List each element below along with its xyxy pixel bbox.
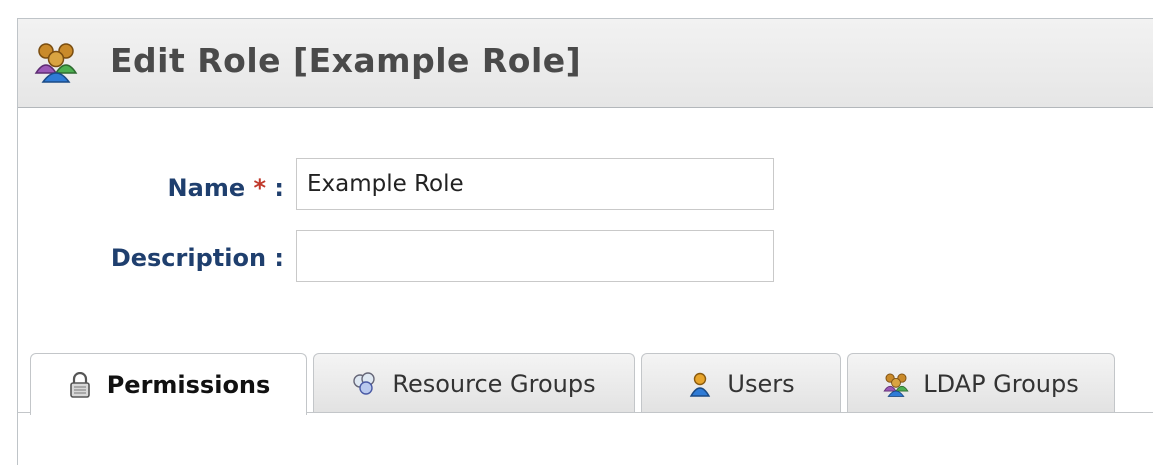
description-label: Description : — [110, 244, 284, 272]
group-icon — [34, 43, 78, 83]
user-icon — [690, 372, 711, 397]
page-header: Edit Role [Example Role] — [18, 19, 1153, 108]
lock-icon — [69, 371, 90, 398]
edit-role-panel: Edit Role [Example Role] Name * : Descri… — [17, 18, 1153, 465]
tab-bar: Permissions Resource Groups Users LDAP G… — [30, 353, 1153, 415]
group-icon — [883, 373, 909, 397]
resource-groups-icon — [353, 371, 376, 395]
page-title: Edit Role [Example Role] — [110, 41, 582, 80]
name-input[interactable] — [296, 158, 774, 210]
tab-label: Permissions — [106, 370, 271, 399]
description-input[interactable] — [296, 230, 774, 282]
tab-label: Users — [727, 369, 795, 398]
name-label: Name * : — [167, 174, 284, 202]
tab-label: LDAP Groups — [923, 369, 1079, 398]
tab-ldap-groups[interactable]: LDAP Groups — [847, 353, 1115, 413]
required-marker: * — [253, 174, 267, 202]
tab-resource-groups[interactable]: Resource Groups — [313, 353, 635, 413]
tab-users[interactable]: Users — [641, 353, 841, 413]
tab-content-panel — [18, 413, 1153, 465]
tab-permissions[interactable]: Permissions — [30, 353, 307, 415]
tab-label: Resource Groups — [392, 369, 596, 398]
